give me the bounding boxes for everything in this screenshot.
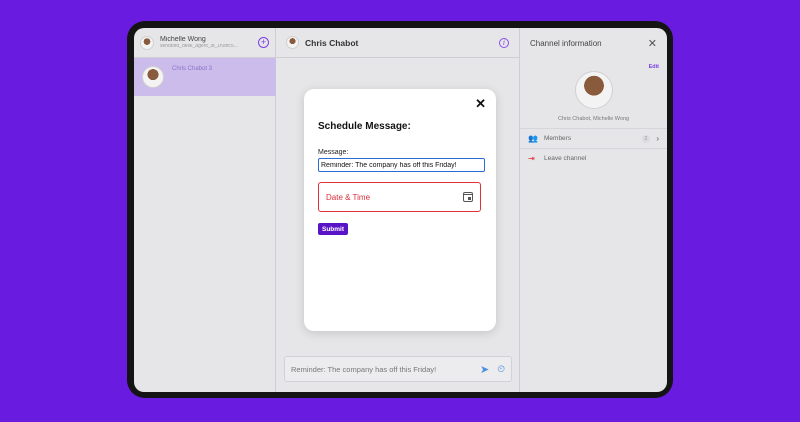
schedule-message-modal: ✕ Schedule Message: Message: Date & Time… [304,89,496,331]
schedule-message-input[interactable] [318,158,485,172]
date-time-picker[interactable]: Date & Time [318,182,481,212]
close-modal-icon[interactable]: ✕ [475,96,486,112]
modal-title: Schedule Message: [318,121,411,132]
calendar-icon[interactable] [463,192,473,202]
submit-button[interactable]: Submit [318,223,349,235]
message-label: Message: [318,149,349,156]
date-time-label: Date & Time [326,192,371,202]
